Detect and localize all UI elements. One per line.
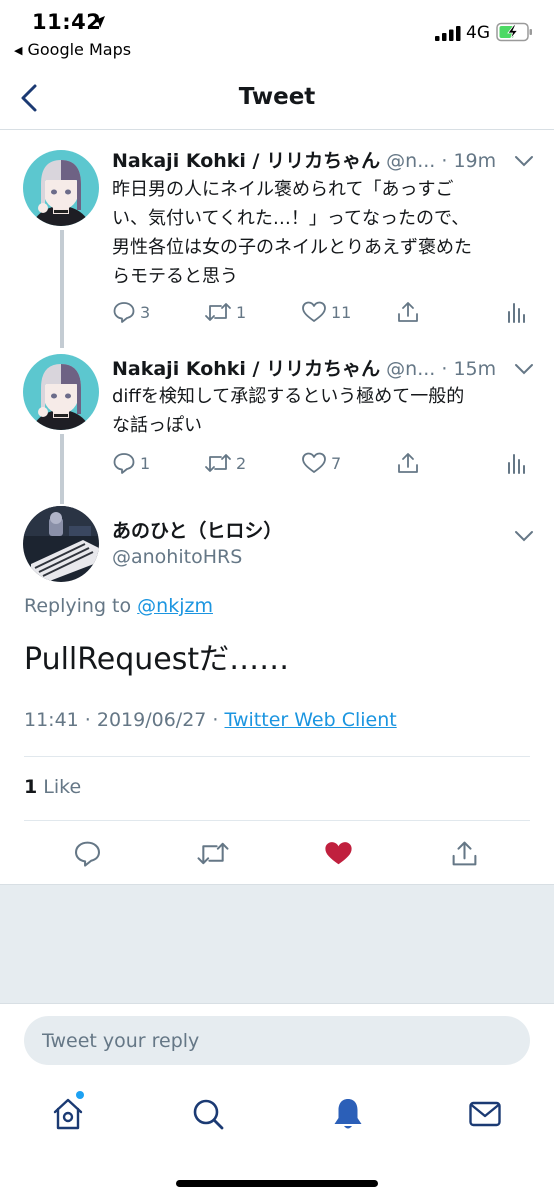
tweet-text-line: らモテると思う	[112, 266, 238, 287]
likes-summary[interactable]: 1 Like	[24, 776, 81, 798]
analytics-button[interactable]	[506, 451, 528, 475]
clock-time: 11:42	[32, 10, 102, 34]
page-title: Tweet	[238, 84, 316, 110]
author-name[interactable]: あのひと（ヒロシ）	[112, 516, 282, 543]
reply-icon	[113, 453, 135, 474]
analytics-icon	[508, 454, 525, 474]
cellular-signal-icon	[435, 25, 461, 45]
heart-icon	[302, 452, 326, 473]
retweet-button[interactable]	[196, 839, 230, 872]
share-icon	[398, 453, 418, 473]
reply-input[interactable]	[24, 1016, 530, 1065]
battery-charging-icon	[496, 22, 534, 46]
chevron-down-icon[interactable]	[513, 361, 535, 375]
retweet-button[interactable]: 1	[204, 300, 246, 324]
reply-icon	[113, 302, 135, 323]
retweet-count: 1	[236, 302, 247, 322]
tweet-time: · 15m	[441, 358, 497, 380]
client-link[interactable]: Twitter Web Client	[225, 709, 397, 731]
divider	[24, 820, 530, 821]
share-button[interactable]	[450, 839, 479, 872]
notifications-icon[interactable]	[330, 1095, 366, 1133]
back-app-label: Google Maps	[27, 40, 132, 59]
tweet-text-line: 昨日男の人にネイル褒められて「あっすご	[112, 179, 454, 200]
empty-replies-area	[0, 884, 554, 1004]
analytics-icon	[508, 303, 525, 323]
reply-button[interactable]	[73, 839, 102, 872]
chevron-down-icon[interactable]	[513, 528, 535, 542]
messages-icon[interactable]	[467, 1095, 503, 1133]
replying-prefix: Replying to	[24, 595, 138, 617]
nav-bar: Tweet	[0, 66, 554, 130]
tweet-time: · 19m	[441, 150, 497, 172]
retweet-icon	[205, 454, 231, 472]
retweet-count: 2	[236, 453, 247, 473]
tweet-text-line: い、気付いてくれた…！」ってなったので、	[112, 208, 470, 229]
heart-filled-icon	[325, 842, 352, 865]
avatar[interactable]	[23, 506, 99, 582]
tweet-timestamp: 11:41 · 2019/06/27 ·	[24, 709, 225, 731]
tweet-header: Nakaji Kohki / リリカちゃん @n... · 19m	[112, 146, 496, 173]
heart-icon	[302, 301, 326, 322]
retweet-icon	[197, 842, 229, 865]
reply-icon	[74, 841, 101, 867]
network-type: 4G	[466, 23, 490, 43]
main-tweet-text: PullRequestだ……	[24, 642, 290, 677]
avatar[interactable]	[23, 150, 99, 226]
back-triangle-icon: ◀	[14, 44, 23, 57]
retweet-button[interactable]: 2	[204, 451, 246, 475]
reply-count: 3	[140, 302, 151, 322]
tweet-meta: 11:41 · 2019/06/27 · Twitter Web Client	[24, 709, 397, 731]
search-icon[interactable]	[190, 1095, 226, 1133]
home-icon[interactable]	[50, 1095, 86, 1133]
author-name[interactable]: Nakaji Kohki / リリカちゃん	[112, 358, 380, 380]
share-button[interactable]	[396, 451, 420, 475]
like-button[interactable]: 7	[301, 451, 341, 475]
analytics-button[interactable]	[506, 300, 528, 324]
like-count: 7	[331, 453, 342, 473]
divider	[24, 756, 530, 757]
like-button[interactable]: 11	[301, 300, 351, 324]
chevron-down-icon[interactable]	[513, 153, 535, 167]
likes-count: 1	[24, 776, 38, 798]
replying-mention-link[interactable]: @nkjzm	[137, 595, 213, 617]
avatar[interactable]	[23, 354, 99, 430]
author-name[interactable]: Nakaji Kohki / リリカちゃん	[112, 150, 380, 172]
retweet-icon	[205, 303, 231, 321]
author-handle[interactable]: @anohitoHRS	[112, 546, 242, 568]
author-handle[interactable]: @n...	[386, 150, 435, 172]
tweet-header: Nakaji Kohki / リリカちゃん @n... · 15m	[112, 354, 496, 381]
tweet-text-line: な話っぽい	[112, 415, 202, 436]
tweet-text: 昨日男の人にネイル褒められて「あっすご い、気付いてくれた…！」ってなったので、…	[112, 175, 532, 291]
share-icon	[398, 302, 418, 322]
share-icon	[452, 841, 477, 866]
reply-button[interactable]: 1	[112, 451, 150, 475]
reply-button[interactable]: 3	[112, 300, 150, 324]
replying-to: Replying to @nkjzm	[24, 595, 213, 617]
like-button[interactable]	[323, 839, 354, 872]
author-handle[interactable]: @n...	[386, 358, 435, 380]
reply-count: 1	[140, 453, 151, 473]
tweet-text-line: 男性各位は女の子のネイルとりあえず褒めた	[112, 237, 472, 258]
back-to-app-link[interactable]: ◀ Google Maps	[14, 40, 131, 59]
likes-label: Like	[37, 776, 82, 798]
status-bar: 11:42 ◀ Google Maps 4G	[0, 0, 554, 66]
home-indicator[interactable]	[176, 1180, 378, 1187]
location-arrow-icon	[92, 14, 106, 33]
tweet-text: diffを検知して承認するという極めて一般的 な話っぽい	[112, 382, 532, 440]
thread-connector-line	[60, 434, 64, 504]
thread-connector-line	[60, 230, 64, 348]
tweet-text-line: diffを検知して承認するという極めて一般的	[112, 386, 465, 407]
like-count: 11	[331, 302, 352, 322]
share-button[interactable]	[396, 300, 420, 324]
